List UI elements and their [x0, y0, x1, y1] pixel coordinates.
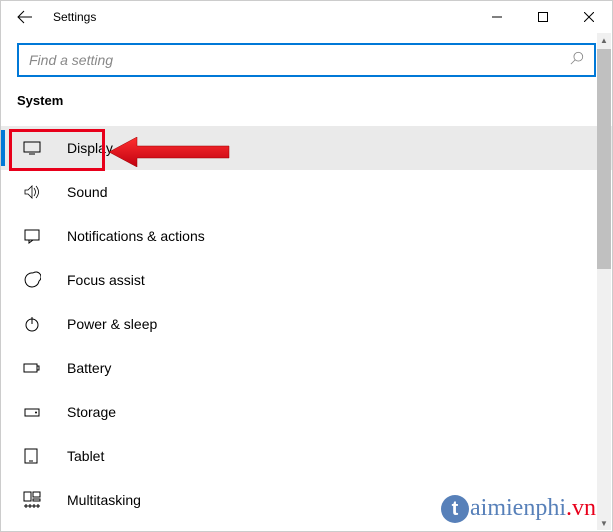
search-icon — [570, 51, 584, 70]
arrow-left-icon — [17, 9, 33, 25]
nav-item-projecting[interactable]: Projecting to this PC — [1, 522, 612, 526]
nav-item-label: Power & sleep — [67, 316, 157, 332]
search-input[interactable] — [29, 52, 570, 68]
nav-item-label: Battery — [67, 360, 111, 376]
storage-icon — [23, 403, 47, 421]
battery-icon — [23, 359, 47, 377]
section-header: System — [1, 87, 612, 126]
nav-item-display[interactable]: Display — [1, 126, 612, 170]
scrollbar-up-button[interactable]: ▲ — [597, 33, 611, 47]
nav-item-label: Focus assist — [67, 272, 145, 288]
back-button[interactable] — [9, 1, 41, 33]
nav-item-label: Storage — [67, 404, 116, 420]
nav-item-sound[interactable]: Sound — [1, 170, 612, 214]
scrollbar[interactable]: ▲ ▼ — [597, 33, 611, 530]
search-box[interactable] — [17, 43, 596, 77]
tablet-icon — [23, 447, 47, 465]
focus-icon — [23, 271, 47, 289]
nav-item-tablet[interactable]: Tablet — [1, 434, 612, 478]
nav-item-label: Multitasking — [67, 492, 141, 508]
nav-item-notifications[interactable]: Notifications & actions — [1, 214, 612, 258]
close-button[interactable] — [566, 1, 612, 33]
titlebar: Settings — [1, 1, 612, 33]
scrollbar-down-button[interactable]: ▼ — [597, 516, 611, 530]
power-icon — [23, 315, 47, 333]
minimize-icon — [492, 12, 502, 22]
nav-item-focus-assist[interactable]: Focus assist — [1, 258, 612, 302]
window-controls — [474, 1, 612, 33]
nav-item-label: Notifications & actions — [67, 228, 205, 244]
nav-item-multitasking[interactable]: Multitasking — [1, 478, 612, 522]
multitasking-icon — [23, 491, 47, 509]
maximize-button[interactable] — [520, 1, 566, 33]
close-icon — [584, 12, 594, 22]
notifications-icon — [23, 227, 47, 245]
nav-list: Display Sound Notifications & actions Fo… — [1, 126, 612, 526]
maximize-icon — [538, 12, 548, 22]
window-title: Settings — [53, 10, 96, 24]
nav-item-storage[interactable]: Storage — [1, 390, 612, 434]
nav-item-label: Tablet — [67, 448, 104, 464]
search-container — [1, 33, 612, 87]
nav-item-power-sleep[interactable]: Power & sleep — [1, 302, 612, 346]
sound-icon — [23, 183, 47, 201]
nav-item-label: Sound — [67, 184, 107, 200]
minimize-button[interactable] — [474, 1, 520, 33]
scrollbar-thumb[interactable] — [597, 49, 611, 269]
nav-item-battery[interactable]: Battery — [1, 346, 612, 390]
display-icon — [23, 139, 47, 157]
nav-item-label: Display — [67, 140, 113, 156]
